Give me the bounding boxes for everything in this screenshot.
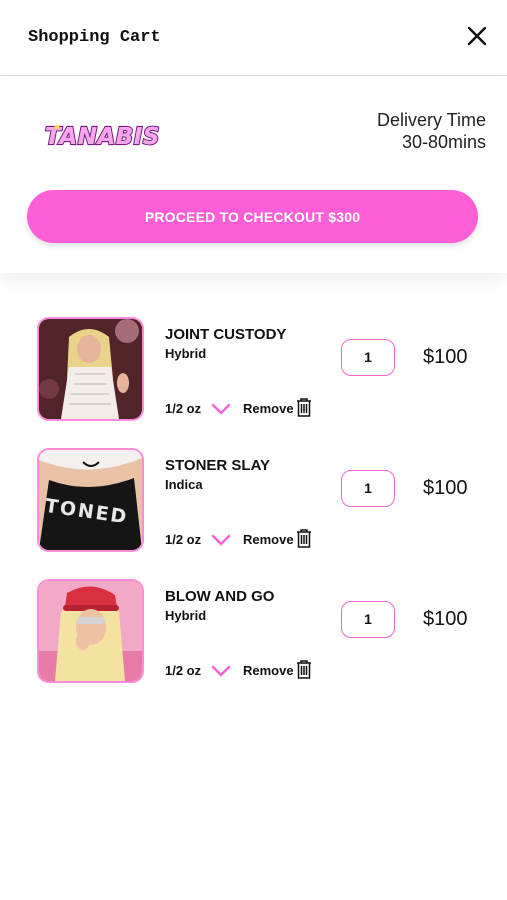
remove-button[interactable]: Remove [243, 532, 294, 547]
size-select[interactable]: 1/2 oz [165, 663, 201, 678]
product-type: Hybrid [165, 346, 207, 361]
remove-button[interactable]: Remove [243, 401, 294, 416]
product-type: Indica [165, 477, 203, 492]
chevron-down-icon[interactable] [211, 403, 231, 415]
page-title: Shopping Cart [28, 28, 161, 47]
product-image[interactable]: TONED [37, 448, 144, 552]
quantity-input[interactable]: 1 [341, 470, 395, 507]
svg-text:TANABIS: TANABIS [45, 124, 160, 150]
chevron-down-icon[interactable] [211, 534, 231, 546]
cart-item: JOINT CUSTODY Hybrid 1/2 oz Remove 1 $10… [0, 317, 507, 427]
quantity-input[interactable]: 1 [341, 601, 395, 638]
item-price: $100 [423, 608, 468, 630]
product-name: JOINT CUSTODY [165, 326, 287, 343]
trash-icon[interactable] [296, 660, 312, 679]
size-select[interactable]: 1/2 oz [165, 401, 201, 416]
chevron-down-icon[interactable] [211, 665, 231, 677]
product-image[interactable] [37, 317, 144, 421]
delivery-value: 30-80mins [401, 132, 486, 152]
size-select[interactable]: 1/2 oz [165, 532, 201, 547]
close-icon[interactable] [465, 24, 489, 48]
store-logo: TANABIS TANABIS [44, 123, 161, 151]
remove-button[interactable]: Remove [243, 663, 294, 678]
product-type: Hybrid [165, 608, 207, 623]
checkout-button[interactable]: PROCEED TO CHECKOUT $300 [27, 190, 478, 243]
delivery-time: Delivery Time 30-80mins [377, 109, 486, 153]
product-image[interactable] [37, 579, 144, 683]
product-name: STONER SLAY [165, 457, 271, 474]
product-name: BLOW AND GO [165, 588, 275, 605]
item-price: $100 [423, 477, 468, 499]
cart-item: BLOW AND GO Hybrid 1/2 oz Remove 1 $100 [0, 579, 507, 689]
trash-icon[interactable] [296, 529, 312, 548]
cart-header: Shopping Cart [0, 0, 507, 76]
trash-icon[interactable] [296, 398, 312, 417]
item-price: $100 [423, 346, 468, 368]
delivery-label: Delivery Time [376, 110, 486, 130]
quantity-input[interactable]: 1 [341, 339, 395, 376]
cart-item: TONED STONER SLAY Indica 1/2 oz Remove 1… [0, 448, 507, 558]
store-summary: TANABIS TANABIS Delivery Time 30-80mins … [0, 77, 507, 273]
